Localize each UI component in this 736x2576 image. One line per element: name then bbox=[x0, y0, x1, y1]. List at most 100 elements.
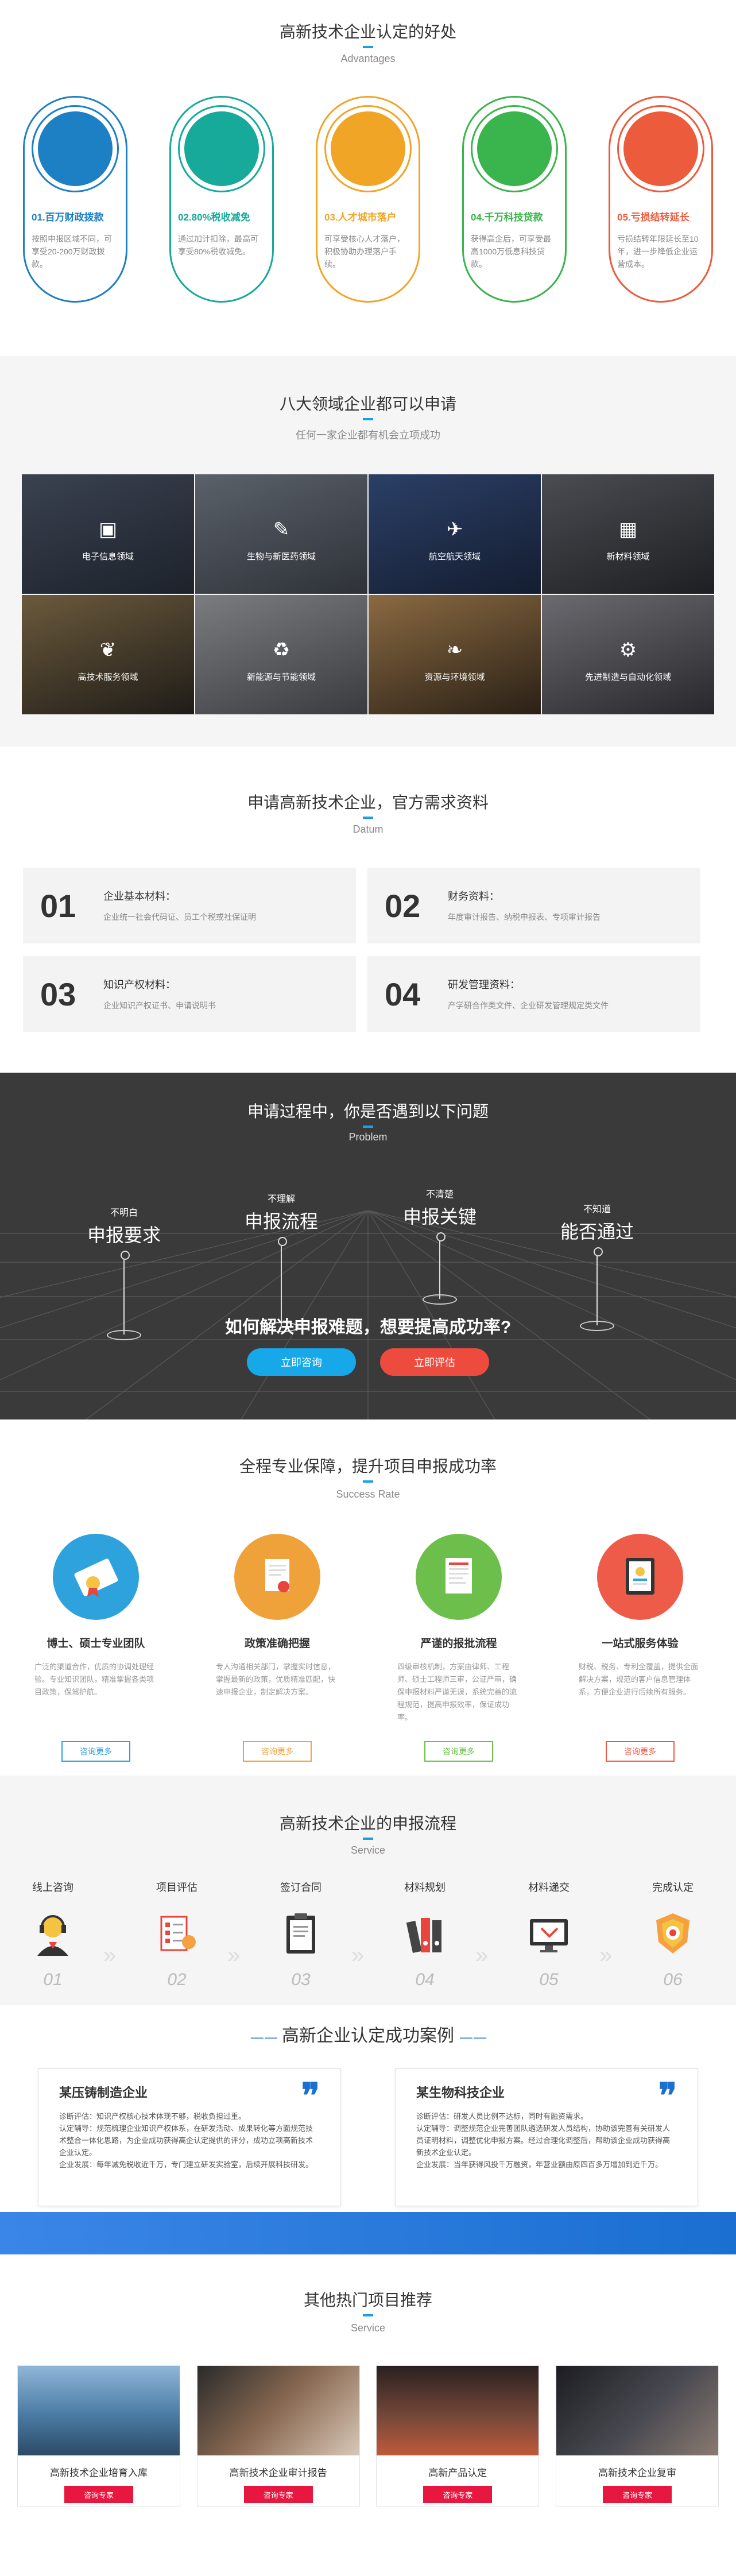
datum-card: 02 财务资料： 年度审计报告、纳税申报表、专项审计报告 bbox=[367, 868, 700, 943]
flow-step: 材料规划 04 bbox=[385, 1879, 465, 1990]
field-label: 新能源与节能领域 bbox=[246, 672, 316, 682]
city-image bbox=[18, 2366, 180, 2455]
problem-big: 能否通过 bbox=[560, 1221, 634, 1242]
field-label: 电子信息领域 bbox=[82, 551, 134, 562]
field-tile[interactable]: ▦ 新材料领域 bbox=[542, 474, 714, 594]
advantage-title: 01.百万财政拨款 bbox=[32, 212, 104, 223]
datum-title: 知识产权材料： bbox=[103, 979, 176, 991]
case-line: 企业发展：每年减免税收近千万，专门建立研发实验室，后续开展科技研发。 bbox=[59, 2160, 313, 2169]
advantage-title: 04.千万科技贷款 bbox=[471, 212, 543, 223]
more-button[interactable]: 咨询更多 bbox=[61, 1741, 130, 1762]
success-title: 博士、硕士专业团队 bbox=[47, 1638, 145, 1650]
map-icon: ▦ bbox=[618, 518, 638, 540]
case-line: 认定辅导：调整规范企业完善团队遴选研发人员结构，协助该完善有关研发人员证明材料，… bbox=[416, 2124, 671, 2157]
hot-card[interactable]: 高新技术企业复审 咨询专家 bbox=[555, 2365, 719, 2507]
hot-card[interactable]: 高新技术企业审计报告 咨询专家 bbox=[196, 2365, 360, 2507]
field-label: 航空航天领域 bbox=[428, 551, 481, 562]
chevron-right-icon: » bbox=[351, 1943, 365, 1968]
title-underline bbox=[363, 1480, 373, 1483]
success-desc: 财税、税务、专利全覆盖，提供全面解决方案，规范的客户信息管理体系，方便企业进行后… bbox=[579, 1662, 699, 1696]
consult-expert-button[interactable]: 咨询专家 bbox=[423, 2486, 493, 2503]
consult-expert-button[interactable]: 咨询专家 bbox=[602, 2486, 672, 2503]
field-label: 高技术服务领域 bbox=[78, 672, 138, 682]
advantage-desc: 通过加计扣除，最高可享受80%税收减免。 bbox=[178, 234, 258, 256]
problem-small: 不理解 bbox=[267, 1194, 295, 1204]
field-label: 生物与新医药领域 bbox=[246, 551, 316, 562]
flow-number: 05 bbox=[539, 1970, 559, 1989]
consult-button[interactable]: 立即咨询 bbox=[247, 1348, 356, 1376]
problem-question: 如何解决申报难题，想要提高成功率? bbox=[224, 1318, 512, 1337]
advantage-title: 05.亏损结转延长 bbox=[617, 212, 689, 223]
advantage-card: 拨款 01.百万财政拨款 按照申报区域不同，可享受20-200万财政拨款。 bbox=[23, 96, 127, 303]
flow-label: 项目评估 bbox=[156, 1882, 197, 1893]
case-list: 某压铸制造企业 ❞ 诊断评估：知识产权核心技术体现不够，税收负担过重。 认定辅导… bbox=[0, 2068, 736, 2206]
problem-item: 不知道 能否通过 bbox=[540, 1201, 654, 1331]
flow-label: 线上咨询 bbox=[32, 1882, 73, 1893]
flow-label: 完成认定 bbox=[652, 1882, 694, 1893]
datum-number: 04 bbox=[385, 976, 421, 1012]
more-button[interactable]: 咨询更多 bbox=[424, 1741, 493, 1762]
success-item: 严谨的报批流程 四级审核机制，方案由律师、工程师、硕士工程师三审，公证严审，确保… bbox=[397, 1534, 520, 1762]
hot-title: 高新技术企业复审 bbox=[598, 2467, 676, 2478]
datum-desc: 产学研合作类文件、企业研发管理规定类文件 bbox=[448, 1001, 609, 1010]
flow-number: 03 bbox=[291, 1970, 311, 1989]
more-button[interactable]: 咨询更多 bbox=[243, 1741, 312, 1762]
flow-label: 签订合同 bbox=[280, 1882, 321, 1893]
case-line: 诊断评估：知识产权核心技术体现不够，税收负担过重。 bbox=[59, 2112, 246, 2121]
more-button[interactable]: 咨询更多 bbox=[606, 1741, 675, 1762]
cases-heading: — — 高新企业认定成功案例 — — bbox=[0, 2005, 736, 2047]
assess-button[interactable]: 立即评估 bbox=[380, 1348, 489, 1376]
flow-step: 签订合同 03 bbox=[261, 1879, 341, 1990]
datum-title: 企业基本材料： bbox=[103, 891, 176, 902]
success-item: 博士、硕士专业团队 广泛的渠道合作，优质的协调处理经验。专业知识团队，精准掌握各… bbox=[34, 1534, 157, 1762]
pin-icon bbox=[436, 1232, 446, 1299]
hot-card[interactable]: 高新产品认定 咨询专家 bbox=[376, 2365, 540, 2507]
section-subtitle: Datum bbox=[352, 823, 384, 835]
leaf-icon: ❧ bbox=[446, 639, 463, 661]
success-title: 严谨的报批流程 bbox=[420, 1638, 497, 1650]
datum-title: 研发管理资料： bbox=[448, 979, 520, 991]
advantage-badge: 拨款 bbox=[38, 111, 113, 186]
consult-expert-button[interactable]: 咨询专家 bbox=[64, 2486, 133, 2503]
consult-expert-button[interactable]: 咨询专家 bbox=[243, 2486, 313, 2503]
section-subtitle: Advantages bbox=[340, 53, 396, 64]
datum-card: 03 知识产权材料： 企业知识产权证书、申请说明书 bbox=[23, 956, 356, 1032]
gear-icon: ⚙ bbox=[619, 639, 637, 661]
field-tile[interactable]: ✈ 航空航天领域 bbox=[369, 474, 541, 594]
success-title: 一站式服务体验 bbox=[602, 1638, 679, 1650]
field-label: 先进制造与自动化领域 bbox=[584, 672, 671, 682]
flow-step: 材料递交 05 bbox=[509, 1879, 589, 1990]
advantages-section: 高新技术企业认定的好处 Advantages 拨款 01.百万财政拨款 按照申报… bbox=[0, 0, 736, 356]
flow-number: 06 bbox=[663, 1970, 683, 1989]
field-tile[interactable]: ❧ 资源与环境领域 bbox=[369, 595, 541, 714]
hot-section: 其他热门项目推荐 Service 高新技术企业培育入库 咨询专家 高新技术企业审… bbox=[0, 2254, 736, 2532]
field-tile[interactable]: ✎ 生物与新医药领域 bbox=[195, 474, 367, 594]
datum-title: 财务资料： bbox=[448, 891, 499, 902]
field-tile[interactable]: ♻ 新能源与节能领域 bbox=[195, 595, 367, 714]
hot-card[interactable]: 高新技术企业培育入库 咨询专家 bbox=[17, 2365, 180, 2507]
field-tile[interactable]: ▣ 电子信息领域 bbox=[22, 474, 194, 594]
recycle-icon: ♻ bbox=[272, 639, 290, 661]
handshake-image bbox=[197, 2366, 359, 2455]
section-title: 八大领域企业都可以申请 bbox=[279, 395, 456, 413]
section-subtitle: Service bbox=[350, 2322, 386, 2334]
hot-title: 高新产品认定 bbox=[428, 2467, 487, 2478]
datum-card: 01 企业基本材料： 企业统一社会代码证、员工个税或社保证明 bbox=[23, 868, 356, 943]
advantage-title: 03.人才城市落户 bbox=[324, 212, 397, 223]
title-underline bbox=[363, 1125, 373, 1128]
chevron-right-icon: » bbox=[475, 1943, 489, 1968]
success-desc: 专人沟通相关部门，掌握实时信息，掌握最新的政策，优质精准匹配，快速申报企业，制定… bbox=[216, 1662, 336, 1696]
advantage-desc: 获得高企后，可享受最高1000万低息科技贷款。 bbox=[471, 234, 551, 269]
datum-grid: 01 企业基本材料： 企业统一社会代码证、员工个税或社保证明 02 财务资料： … bbox=[23, 868, 736, 1032]
problem-big: 申报关键 bbox=[402, 1206, 477, 1227]
field-tile[interactable]: ❦ 高技术服务领域 bbox=[22, 595, 194, 714]
datum-desc: 企业统一社会代码证、员工个税或社保证明 bbox=[103, 912, 256, 922]
datum-desc: 年度审计报告、纳税申报表、专项审计报告 bbox=[448, 912, 601, 922]
success-item: 一站式服务体验 财税、税务、专利全覆盖，提供全面解决方案，规范的客户信息管理体系… bbox=[579, 1534, 702, 1762]
field-tile[interactable]: ⚙ 先进制造与自动化领域 bbox=[542, 595, 714, 714]
success-desc: 广泛的渠道合作，优质的协调处理经验。专业知识团队，精准掌握各类项目政策，保驾护航… bbox=[34, 1662, 154, 1696]
success-title: 政策准确把握 bbox=[244, 1638, 310, 1650]
section-subtitle: Problem bbox=[348, 1131, 388, 1143]
datum-number: 02 bbox=[385, 887, 421, 924]
traffic-image bbox=[377, 2366, 539, 2455]
